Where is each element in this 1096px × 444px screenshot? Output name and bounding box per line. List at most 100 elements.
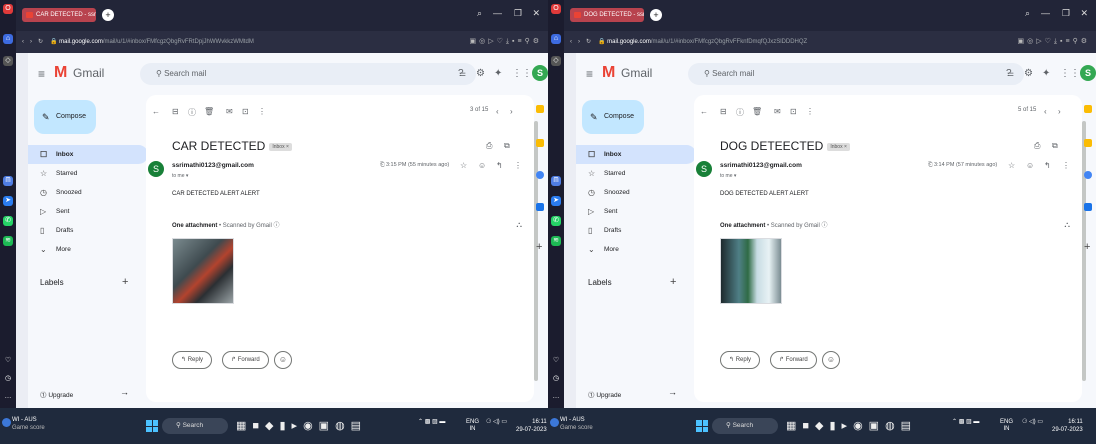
minimize-button[interactable]: — [1041,8,1050,18]
language-indicator[interactable]: ENG IN [1000,419,1013,433]
tab-active[interactable]: CAR DETECTED - ssrimat [22,8,96,22]
gemini-icon[interactable]: ✦ [494,68,502,79]
back-nav-icon[interactable]: ‹ [570,31,572,53]
telegram-icon[interactable]: ➤ [3,196,13,206]
start-button[interactable] [696,420,708,432]
forward-button[interactable]: ↱ Forward [770,351,817,369]
extension-icons[interactable]: ▣◎▷♡⤓▪≡⚲⚙ [1018,31,1090,53]
emoji-react-button[interactable]: ☺ [274,351,292,369]
forward-button[interactable]: ↱ Forward [222,351,269,369]
drive-icon[interactable]: ⛬ [516,220,522,230]
back-nav-icon[interactable]: ‹ [22,31,24,53]
sidebar-item-drafts[interactable]: ▯ Drafts [28,221,148,240]
add-label-button[interactable]: + [122,276,128,288]
speed-dial-icon[interactable]: ◇ [3,56,13,66]
search-icon[interactable]: ⚲ [704,69,712,78]
speed-dial-icon[interactable]: ◇ [551,56,561,66]
reply-icon[interactable]: ↰ [496,161,503,170]
sender-email[interactable]: ssrimathi0123@gmail.com [720,162,802,169]
sidebar-item-inbox[interactable]: ☐ Inbox [576,145,696,164]
help-icon[interactable]: ? [458,68,464,79]
apps-icon[interactable]: ⋮⋮ [1060,68,1080,79]
whatsapp-icon[interactable]: ✆ [551,216,561,226]
gmail-wordmark[interactable]: Gmail [621,66,652,80]
more-dots-icon[interactable]: … [3,392,13,402]
add-label-button[interactable]: + [670,276,676,288]
back-arrow-icon[interactable]: ← [152,107,160,116]
move-icon[interactable]: ⊡ [790,107,797,116]
star-icon[interactable]: ☆ [1008,161,1015,170]
prev-message-icon[interactable]: ‹ [1044,107,1047,116]
add-addon-button[interactable]: + [1084,241,1090,253]
sidebar-item-sent[interactable]: ▷ Sent [28,202,148,221]
inbox-chip[interactable]: Inbox × [827,142,850,151]
keep-icon[interactable] [536,139,544,147]
sidebar-item-inbox[interactable]: ☐ Inbox [28,145,148,164]
tray-icons[interactable]: ⌃ ▩ ▨ ▬ [952,419,979,426]
upgrade-arrow-icon[interactable]: → [668,387,677,397]
minimize-button[interactable]: — [493,8,502,18]
tab-search-icon[interactable]: ⌕ [1025,8,1030,19]
more-vert-icon[interactable]: ⋮ [1062,161,1070,170]
add-addon-button[interactable]: + [536,241,542,253]
gmail-wordmark[interactable]: Gmail [73,66,104,80]
search-input[interactable]: ⚲ Search mail ⚌ [140,63,476,85]
reply-button[interactable]: ↰ Reply [172,351,213,369]
emoji-react-button[interactable]: ☺ [822,351,840,369]
sidebar-item-starred[interactable]: ☆ Starred [576,164,696,183]
hamburger-icon[interactable]: ≡ [38,67,45,81]
sidebar-item-more[interactable]: ⌄ More [576,240,696,259]
account-avatar[interactable]: S [532,65,548,81]
open-new-icon[interactable]: ⧉ [504,141,510,151]
account-avatar[interactable]: S [1080,65,1096,81]
close-window-button[interactable]: ✕ [532,8,540,19]
gemini-icon[interactable]: ✦ [1042,68,1050,79]
upgrade-link[interactable]: ⓵ Upgrade [588,389,621,399]
taskbar-apps[interactable]: ▦■◆▮▸◉▣◍▤ [786,418,917,434]
reload-icon[interactable]: ↻ [586,31,591,53]
close-window-button[interactable]: ✕ [1080,8,1088,19]
settings-icon[interactable]: ⚙ [1024,68,1033,79]
prev-message-icon[interactable]: ‹ [496,107,499,116]
tab-search-icon[interactable]: ⌕ [477,8,482,19]
taskbar-search[interactable]: ⚲ Search [712,418,778,434]
sender-email[interactable]: ssrimathi0123@gmail.com [172,162,254,169]
tasks-icon[interactable] [536,171,544,179]
more-vert-icon[interactable]: ⋮ [806,107,814,116]
sidebar-item-drafts[interactable]: ▯ Drafts [576,221,696,240]
drive-icon[interactable]: ⛬ [1064,220,1070,230]
telegram-icon[interactable]: ➤ [551,196,561,206]
mark-unread-icon[interactable]: ✉ [226,107,233,116]
more-vert-icon[interactable]: ⋮ [258,107,266,116]
more-vert-icon[interactable]: ⋮ [514,161,522,170]
apps-icon[interactable]: ⋮⋮ [512,68,532,79]
gmail-logo-icon[interactable]: M [602,64,615,82]
messenger-icon[interactable]: ᗰ [3,176,13,186]
tray-icons[interactable]: ⌃ ▩ ▨ ▬ [418,419,445,426]
clock[interactable]: 16:11 29-07-2023 [516,418,547,434]
more-dots-icon[interactable]: … [551,392,561,402]
network-volume-battery[interactable]: ⚆ ◁) ▭ [486,419,507,426]
contacts-icon[interactable] [1084,203,1092,211]
tasks-icon[interactable] [1084,171,1092,179]
sidebar-item-sent[interactable]: ▷ Sent [576,202,696,221]
sidebar-item-snoozed[interactable]: ◷ Snoozed [576,183,696,202]
upgrade-arrow-icon[interactable]: → [120,387,129,397]
opera-logo-icon[interactable]: O [3,4,13,14]
spotify-icon[interactable]: ≋ [551,236,561,246]
opera-home-icon[interactable]: ⌂ [3,34,13,44]
forward-nav-icon[interactable]: › [578,31,580,53]
emoji-icon[interactable]: ☺ [478,161,486,170]
report-icon[interactable]: ⓘ [188,107,196,118]
recipient-toggle[interactable]: to me ▾ [720,173,736,179]
hamburger-icon[interactable]: ≡ [586,67,593,81]
extension-icons[interactable]: ▣◎▷♡⤓▪≡⚲⚙ [470,31,542,53]
help-icon[interactable]: ? [1006,68,1012,79]
delete-icon[interactable]: 🗑 [752,107,762,116]
sidebar-item-starred[interactable]: ☆ Starred [28,164,148,183]
attachment-thumbnail[interactable] [720,238,782,304]
weather-widget[interactable]: WI - AUS Game score [12,416,45,432]
history-icon[interactable]: ◷ [3,374,13,384]
search-icon[interactable]: ⚲ [156,69,164,78]
whatsapp-icon[interactable]: ✆ [3,216,13,226]
